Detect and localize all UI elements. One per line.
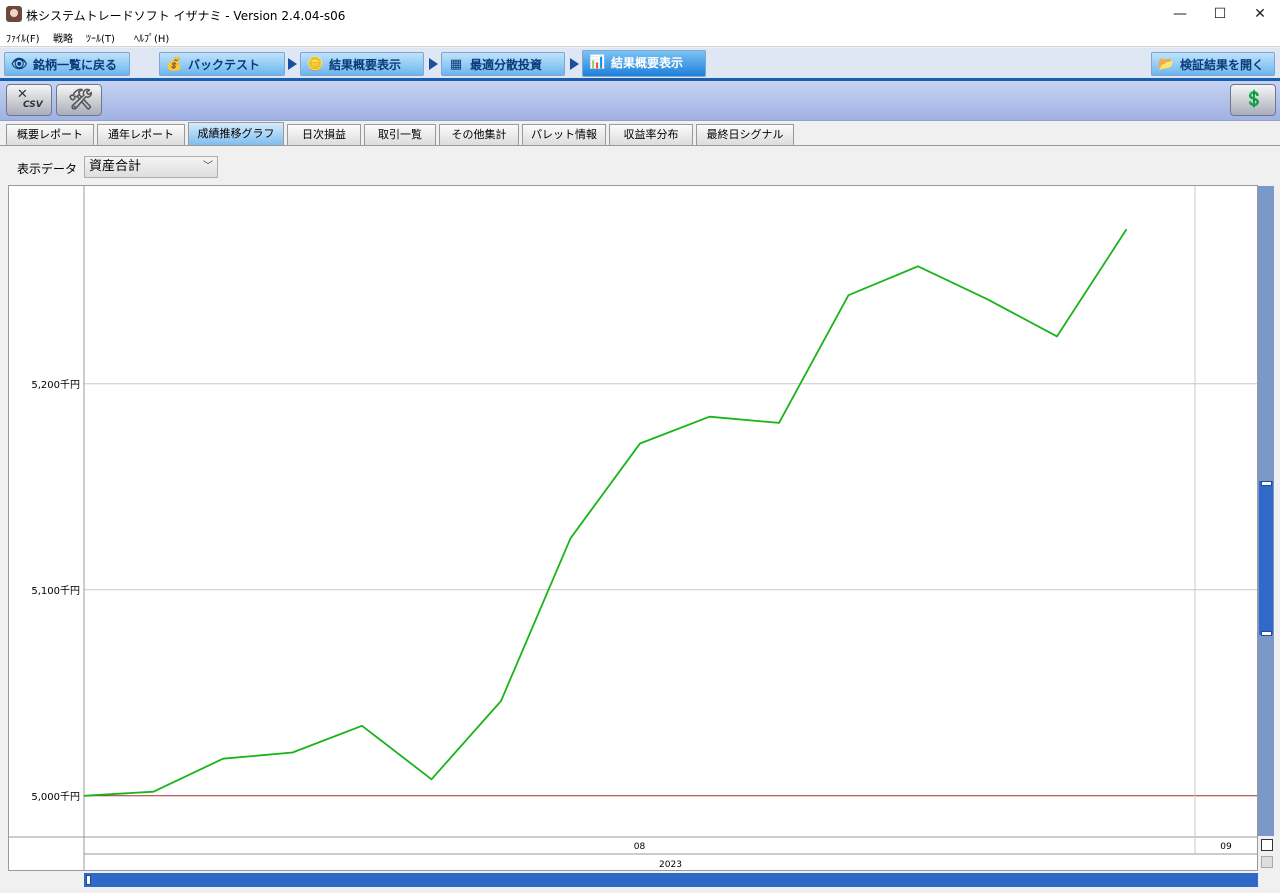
money-report-button[interactable]: 💲	[1230, 84, 1276, 116]
series-line-asset-total	[83, 228, 1128, 797]
y-tick-label: 5,200千円	[31, 379, 80, 391]
scroll-corner	[1261, 856, 1273, 868]
step-arrow-icon	[429, 58, 438, 70]
tab-daily-pnl[interactable]: 日次損益	[287, 124, 361, 145]
horizontal-scrollbar[interactable]	[84, 873, 1258, 887]
money-bag-icon: 💰	[166, 57, 183, 72]
backtest-button[interactable]: 💰 バックテスト	[159, 52, 285, 76]
open-results-button[interactable]: 📂 検証結果を開く	[1151, 52, 1275, 76]
window-title: 株システムトレードソフト イザナミ - Version 2.4.04-s06	[26, 9, 346, 23]
tab-trade-list[interactable]: 取引一覧	[364, 124, 436, 145]
display-data-select[interactable]: 資産合計 ﹀	[84, 156, 218, 178]
tab-other-stats[interactable]: その他集計	[439, 124, 519, 145]
settings-tools-button[interactable]: 🛠	[56, 84, 102, 116]
title-bar: 株システムトレードソフト イザナミ - Version 2.4.04-s06 —…	[0, 0, 1280, 28]
x-tick-label: 09	[1220, 842, 1232, 852]
vertical-scroll-thumb[interactable]	[1259, 481, 1273, 636]
display-data-label: 表示データ	[17, 162, 78, 176]
step-arrow-icon	[570, 58, 579, 70]
close-button[interactable]: ✕	[1238, 0, 1280, 28]
vertical-scrollbar[interactable]	[1258, 186, 1274, 836]
bar-chart-icon: 📊	[589, 55, 606, 70]
optimize-button[interactable]: ▦ 最適分散投資	[441, 52, 565, 76]
folder-icon: 📂	[1158, 57, 1175, 72]
menu-tools[interactable]: ﾂｰﾙ(T)	[86, 30, 115, 45]
tab-performance-graph[interactable]: 成績推移グラフ	[188, 122, 284, 145]
maximize-button[interactable]: ☐	[1198, 0, 1242, 28]
tab-return-distribution[interactable]: 収益率分布	[609, 124, 693, 145]
menu-bar: ﾌｧｲﾙ(F) 戦略 ﾂｰﾙ(T) ﾍﾙﾌﾟ(H)	[0, 28, 1280, 47]
display-data-value: 資産合計	[89, 159, 142, 174]
scroll-grip-top[interactable]	[1261, 481, 1272, 486]
x-year-label: 2023	[659, 860, 682, 870]
performance-chart: 5,000千円 5,100千円 5,200千円 08 09 2023	[8, 185, 1258, 871]
calculator-icon: ▦	[449, 57, 463, 72]
export-csv-button[interactable]: ✕ CSV	[6, 84, 52, 116]
coins-icon: 🪙	[307, 57, 324, 72]
step-arrow-icon	[288, 58, 297, 70]
money-icon: 💲	[1244, 89, 1264, 108]
app-logo-icon	[6, 6, 22, 22]
y-tick-label: 5,100千円	[31, 585, 80, 597]
tab-annual-report[interactable]: 通年レポート	[97, 124, 185, 145]
report-tabs: 概要レポート 通年レポート 成績推移グラフ 日次損益 取引一覧 その他集計 パレ…	[0, 121, 1280, 145]
x-tick-label: 08	[634, 842, 646, 852]
tab-summary-report[interactable]: 概要レポート	[6, 124, 94, 145]
summary-active-button[interactable]: 📊 結果概要表示	[582, 50, 706, 77]
horizontal-scroll-grip[interactable]	[86, 875, 91, 885]
back-to-list-button[interactable]: 👁 銘柄一覧に戻る	[4, 52, 130, 76]
eye-icon: 👁	[11, 57, 28, 72]
workflow-nav: 👁 銘柄一覧に戻る 💰 バックテスト 🪙 結果概要表示 ▦ 最適分散投資 📊 結…	[0, 48, 1280, 81]
tools-icon: 🛠	[68, 87, 94, 111]
scroll-grip-bottom[interactable]	[1261, 631, 1272, 636]
chevron-down-icon: ﹀	[203, 161, 213, 172]
menu-strategy[interactable]: 戦略	[53, 30, 73, 45]
y-tick-label: 5,000千円	[31, 791, 80, 803]
summary-button[interactable]: 🪙 結果概要表示	[300, 52, 424, 76]
zoom-toggle-checkbox[interactable]	[1261, 839, 1273, 851]
tab-palette-info[interactable]: パレット情報	[522, 124, 606, 145]
menu-file[interactable]: ﾌｧｲﾙ(F)	[6, 30, 40, 45]
menu-help[interactable]: ﾍﾙﾌﾟ(H)	[134, 30, 169, 45]
tab-last-day-signal[interactable]: 最終日シグナル	[696, 124, 794, 145]
csv-icon: CSV	[23, 100, 43, 110]
toolbar: ✕ CSV 🛠 💲	[0, 81, 1280, 121]
chart-canvas: 5,000千円 5,100千円 5,200千円 08 09 2023	[9, 186, 1257, 870]
minimize-button[interactable]: —	[1158, 0, 1202, 28]
